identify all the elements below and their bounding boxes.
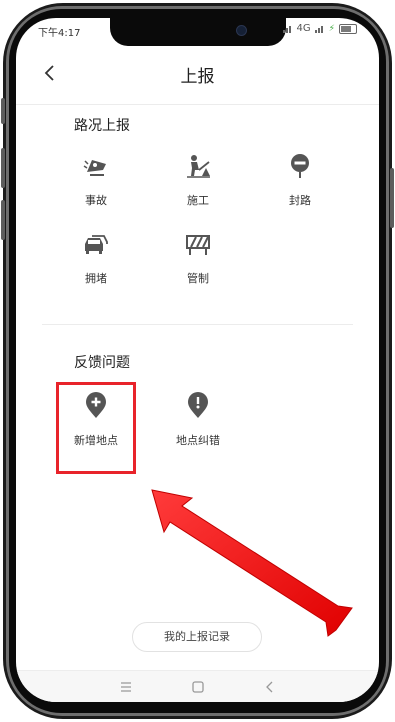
annotation-arrow-icon — [151, 489, 353, 637]
phone-frame: 下午4:17 4G ⚡ 上报 路况上报 事故 施工 封路 拥堵 管制 反馈问题 … — [0, 0, 395, 722]
